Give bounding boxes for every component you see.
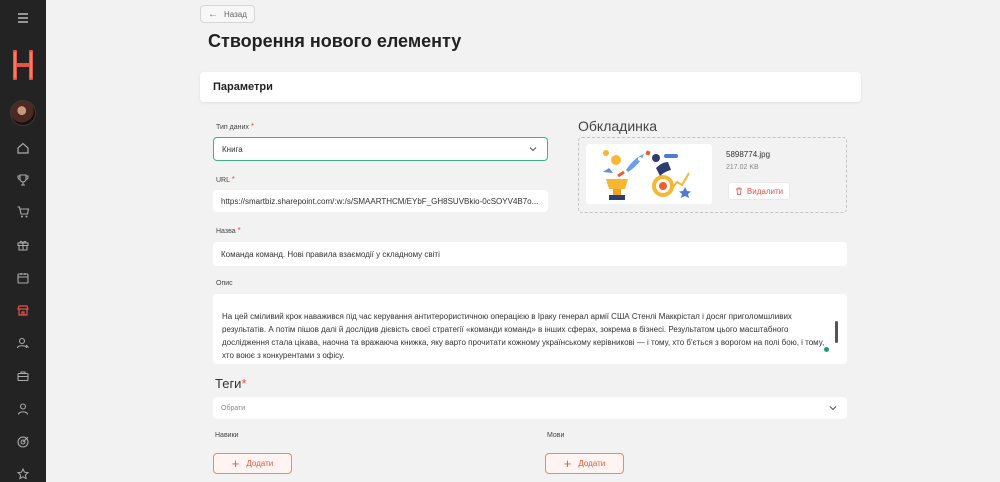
tags-title-text: Теги — [215, 376, 242, 391]
delete-label: Видалити — [746, 186, 784, 196]
description-label: Опис — [216, 280, 233, 287]
briefcase-icon[interactable] — [0, 364, 46, 388]
file-name: 5898774.jpg — [726, 150, 771, 159]
tags-title: Теги* — [215, 376, 247, 391]
add-language-button[interactable]: + Додати — [545, 453, 624, 474]
type-select-value: Книга — [222, 144, 243, 154]
type-label: Тип даних * — [216, 122, 254, 131]
add-skill-button[interactable]: + Додати — [213, 453, 292, 474]
name-label: Назва * — [216, 226, 241, 235]
users-search-icon[interactable] — [0, 331, 46, 355]
cover-thumbnail — [586, 144, 712, 204]
back-label: Назад — [224, 9, 247, 19]
trophy-icon[interactable] — [0, 168, 46, 192]
logo-icon[interactable] — [11, 48, 35, 82]
required-mark: * — [250, 122, 254, 131]
description-label-text: Опис — [216, 280, 233, 287]
required-mark: * — [231, 175, 235, 184]
arrow-left-icon: ← — [208, 8, 218, 20]
type-label-text: Тип даних — [216, 124, 249, 131]
plus-icon: + — [231, 456, 240, 471]
calendar-icon[interactable] — [0, 266, 46, 290]
user-icon[interactable] — [0, 397, 46, 421]
trash-icon — [735, 187, 742, 195]
file-size: 217.02 KB — [726, 164, 759, 171]
add-language-label: Додати — [578, 459, 606, 468]
add-skill-label: Додати — [246, 459, 274, 468]
required-mark: * — [237, 226, 241, 235]
chevron-down-icon — [529, 147, 537, 152]
skills-label: Навики — [215, 432, 239, 439]
status-dot — [824, 347, 829, 352]
cart-icon[interactable] — [0, 200, 46, 224]
target-icon[interactable] — [0, 430, 46, 454]
avatar[interactable] — [10, 100, 36, 126]
name-input-value: Команда команд. Нові правила взаємодії у… — [221, 249, 440, 259]
store-icon[interactable] — [0, 298, 46, 322]
sidebar — [0, 0, 46, 482]
url-label-text: URL — [216, 177, 230, 184]
plus-icon: + — [563, 456, 572, 471]
menu-icon[interactable] — [0, 6, 46, 30]
description-text: На цей сміливий крок наважився під час к… — [222, 312, 825, 360]
name-input[interactable]: Команда команд. Нові правила взаємодії у… — [213, 242, 847, 266]
back-button[interactable]: ← Назад — [200, 5, 255, 23]
section-title: Параметри — [213, 81, 273, 93]
name-label-text: Назва — [216, 228, 236, 235]
cover-title: Обкладинка — [578, 118, 658, 134]
tags-select[interactable]: Обрати — [213, 397, 847, 419]
delete-cover-button[interactable]: Видалити — [728, 182, 790, 200]
page-title: Створення нового елементу — [208, 31, 462, 51]
url-input-value: https://smartbiz.sharepoint.com/:w:/s/SM… — [221, 196, 539, 206]
chevron-down-icon — [829, 406, 837, 411]
description-scrollbar[interactable] — [835, 321, 838, 343]
star-icon[interactable] — [0, 462, 46, 482]
tags-select-placeholder: Обрати — [221, 404, 246, 412]
languages-label: Мови — [547, 432, 565, 439]
type-select[interactable]: Книга — [213, 137, 548, 161]
home-icon[interactable] — [0, 136, 46, 160]
required-mark: * — [241, 376, 247, 391]
gift-icon[interactable] — [0, 233, 46, 257]
url-label: URL * — [216, 175, 235, 184]
url-input[interactable]: https://smartbiz.sharepoint.com/:w:/s/SM… — [213, 190, 548, 212]
description-textarea[interactable]: На цей сміливий крок наважився під час к… — [213, 294, 847, 364]
section-header: Параметри — [200, 72, 861, 102]
